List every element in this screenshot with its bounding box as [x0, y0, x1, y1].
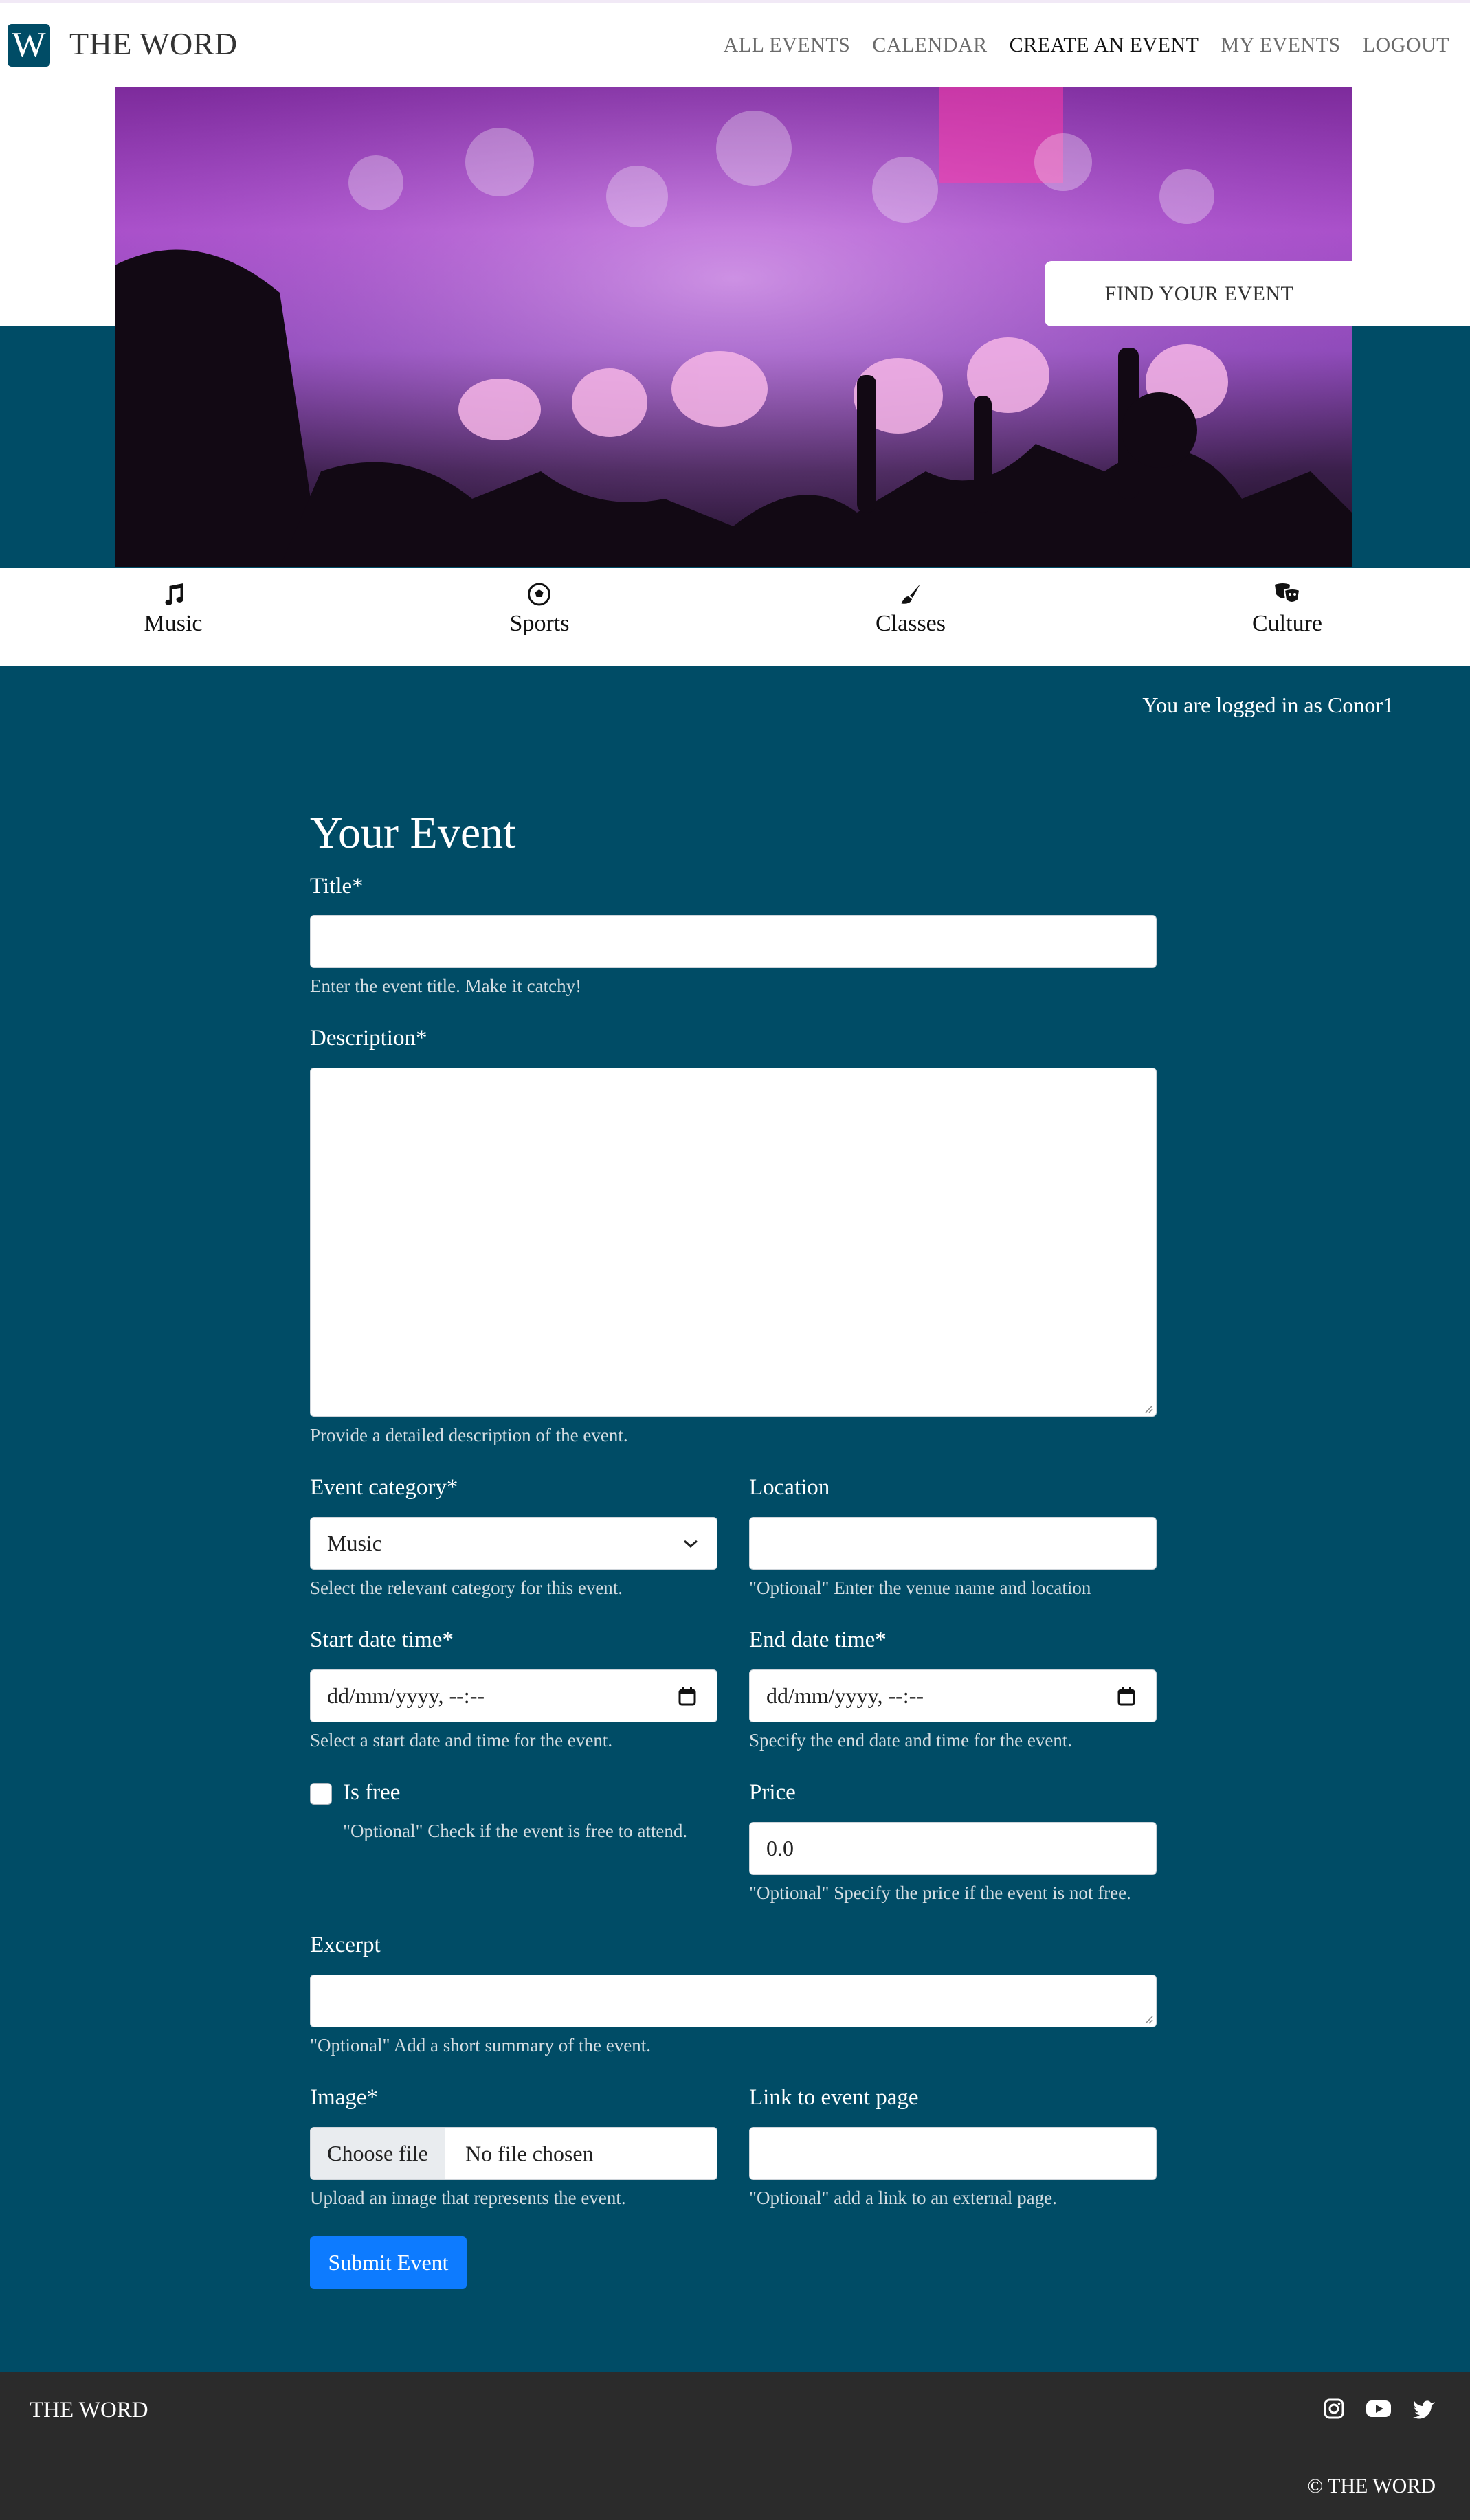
description-label: Description*	[310, 1026, 427, 1050]
soccer-ball-icon	[528, 583, 551, 606]
title-label: Title*	[310, 874, 364, 899]
is-free-label: Is free	[343, 1780, 401, 1805]
choose-file-button[interactable]: Choose file	[311, 2128, 445, 2179]
footer-brand[interactable]: THE WORD	[30, 2398, 148, 2423]
end-help: Specify the end date and time for the ev…	[749, 1730, 1073, 1751]
nav-my-events[interactable]: MY EVENTS	[1221, 34, 1340, 57]
category-select-value: Music	[327, 1531, 382, 1555]
category-music[interactable]: Music	[144, 582, 203, 637]
price-input[interactable]: 0.0	[749, 1822, 1157, 1875]
category-culture[interactable]: Culture	[1252, 582, 1322, 637]
category-help: Select the relevant category for this ev…	[310, 1577, 623, 1598]
start-help: Select a start date and time for the eve…	[310, 1730, 613, 1751]
category-label: Classes	[876, 611, 946, 636]
title-help: Enter the event title. Make it catchy!	[310, 976, 582, 996]
category-label: Music	[144, 611, 203, 636]
category-label: Sports	[509, 611, 570, 636]
title-input[interactable]	[310, 915, 1157, 968]
description-textarea[interactable]	[310, 1068, 1157, 1417]
end-label: End date time*	[749, 1628, 887, 1652]
resize-grip-icon[interactable]	[1142, 2013, 1153, 2024]
category-classes[interactable]: Classes	[876, 582, 946, 637]
theater-masks-icon	[1274, 583, 1301, 603]
paintbrush-icon	[901, 584, 920, 604]
instagram-icon[interactable]	[1323, 2398, 1345, 2420]
file-status: No file chosen	[465, 2141, 594, 2165]
social-links	[1323, 2398, 1436, 2420]
is-free-help: "Optional" Check if the event is free to…	[343, 1821, 688, 1841]
link-input[interactable]	[749, 2127, 1157, 2180]
price-label: Price	[749, 1780, 796, 1805]
footer: THE WORD © THE WORD	[0, 2372, 1470, 2520]
start-placeholder: dd/mm/yyyy, --:--	[327, 1683, 485, 1708]
end-datetime-input[interactable]: dd/mm/yyyy, --:--	[749, 1669, 1157, 1722]
image-help: Upload an image that represents the even…	[310, 2187, 626, 2208]
nav-all-events[interactable]: ALL EVENTS	[724, 34, 851, 57]
category-label-field: Event category*	[310, 1475, 458, 1500]
youtube-icon[interactable]	[1366, 2398, 1392, 2420]
chevron-down-icon	[684, 1540, 698, 1548]
start-datetime-input[interactable]: dd/mm/yyyy, --:--	[310, 1669, 717, 1722]
nav-logout[interactable]: LOGOUT	[1363, 34, 1449, 57]
price-help: "Optional" Specify the price if the even…	[749, 1882, 1131, 1903]
location-label: Location	[749, 1475, 830, 1500]
brand-name[interactable]: THE WORD	[69, 25, 238, 62]
link-label: Link to event page	[749, 2085, 919, 2110]
nav-calendar[interactable]: CALENDAR	[872, 34, 987, 57]
copyright-text: © THE WORD	[1307, 2475, 1436, 2497]
resize-grip-icon[interactable]	[1142, 1402, 1153, 1413]
twitter-icon[interactable]	[1412, 2398, 1436, 2420]
location-help: "Optional" Enter the venue name and loca…	[749, 1577, 1091, 1598]
logged-in-status: You are logged in as Conor1	[1142, 693, 1394, 717]
image-file-input[interactable]: Choose file No file chosen	[310, 2127, 717, 2180]
category-sports[interactable]: Sports	[509, 582, 570, 637]
end-placeholder: dd/mm/yyyy, --:--	[766, 1683, 924, 1708]
nav-links: ALL EVENTS CALENDAR CREATE AN EVENT MY E…	[724, 34, 1449, 57]
submit-event-button[interactable]: Submit Event	[310, 2236, 467, 2289]
excerpt-help: "Optional" Add a short summary of the ev…	[310, 2035, 651, 2056]
category-select[interactable]: Music	[310, 1517, 717, 1570]
logo-icon[interactable]: W	[8, 24, 50, 67]
main-content: You are logged in as Conor1 Your Event T…	[0, 666, 1470, 2372]
category-label: Culture	[1252, 611, 1322, 636]
location-input[interactable]	[749, 1517, 1157, 1570]
excerpt-textarea[interactable]	[310, 1975, 1157, 2027]
calendar-icon[interactable]	[1117, 1687, 1135, 1706]
navbar: W THE WORD ALL EVENTS CALENDAR CREATE AN…	[0, 3, 1470, 85]
hero-concert-image	[115, 87, 1352, 567]
link-help: "Optional" add a link to an external pag…	[749, 2187, 1057, 2208]
nav-create-event[interactable]: CREATE AN EVENT	[1010, 34, 1199, 57]
find-your-event-button[interactable]: FIND YOUR EVENT	[1045, 261, 1354, 326]
is-free-checkbox[interactable]	[310, 1783, 332, 1805]
image-label: Image*	[310, 2085, 378, 2110]
start-label: Start date time*	[310, 1628, 454, 1652]
description-help: Provide a detailed description of the ev…	[310, 1425, 628, 1445]
music-note-icon	[165, 583, 183, 605]
category-bar: Music Sports Classes Culture	[0, 568, 1470, 666]
form-heading: Your Event	[310, 808, 516, 858]
calendar-icon[interactable]	[678, 1687, 696, 1706]
excerpt-label: Excerpt	[310, 1933, 381, 1957]
